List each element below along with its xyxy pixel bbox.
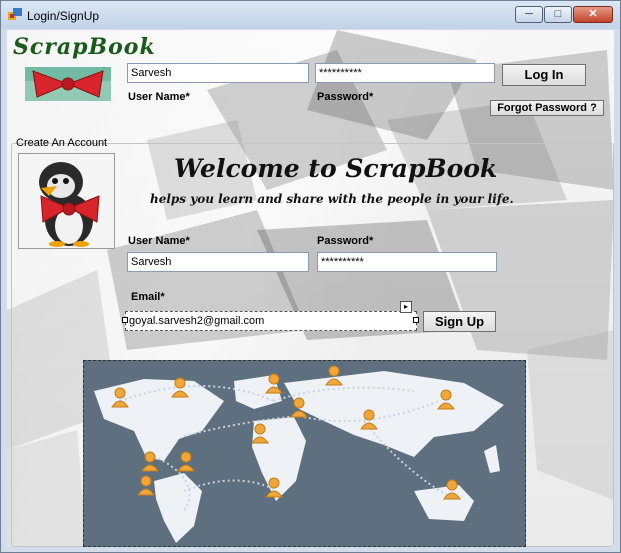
- login-signup-window: Login/SignUp ─ □ ✕ ScrapBook Sarvesh ***…: [0, 0, 621, 553]
- signup-email-label: Email*: [131, 291, 165, 303]
- forgot-password-button[interactable]: Forgot Password ?: [490, 100, 604, 116]
- penguin-icon: [39, 162, 100, 247]
- login-button[interactable]: Log In: [502, 64, 586, 86]
- signup-username-field[interactable]: Sarvesh: [127, 252, 309, 272]
- maximize-button[interactable]: □: [544, 6, 572, 23]
- welcome-heading: Welcome to ScrapBook: [174, 154, 498, 183]
- signup-password-field[interactable]: **********: [317, 252, 497, 272]
- login-username-label: User Name*: [128, 91, 190, 103]
- login-password-field[interactable]: **********: [315, 63, 495, 83]
- selection-handle-left: [122, 317, 128, 323]
- selection-handle-right: [413, 317, 419, 323]
- world-map-icon: [94, 365, 504, 543]
- close-button[interactable]: ✕: [573, 6, 613, 23]
- smart-tag-glyph[interactable]: ▸: [400, 301, 412, 313]
- form-client-area: ScrapBook Sarvesh ********** Log In User…: [7, 30, 614, 547]
- world-map-picture: [83, 360, 526, 547]
- login-username-field[interactable]: Sarvesh: [127, 63, 309, 83]
- app-icon: [8, 8, 22, 20]
- signup-email-field[interactable]: goyal.sarvesh2@gmail.com: [125, 311, 417, 331]
- penguin-picture: [18, 153, 115, 249]
- create-account-group-title: Create An Account: [16, 137, 108, 149]
- window-title: Login/SignUp: [27, 9, 100, 23]
- signup-button[interactable]: Sign Up: [423, 311, 496, 332]
- welcome-tagline: helps you learn and share with the peopl…: [150, 192, 514, 206]
- signup-password-label: Password*: [317, 235, 374, 247]
- minimize-button[interactable]: ─: [515, 6, 543, 23]
- login-password-label: Password*: [317, 91, 374, 103]
- signup-username-label: User Name*: [128, 235, 190, 247]
- app-logo: ScrapBook: [13, 34, 156, 60]
- title-bar[interactable]: Login/SignUp ─ □ ✕: [1, 1, 620, 29]
- bow-icon: [25, 67, 111, 101]
